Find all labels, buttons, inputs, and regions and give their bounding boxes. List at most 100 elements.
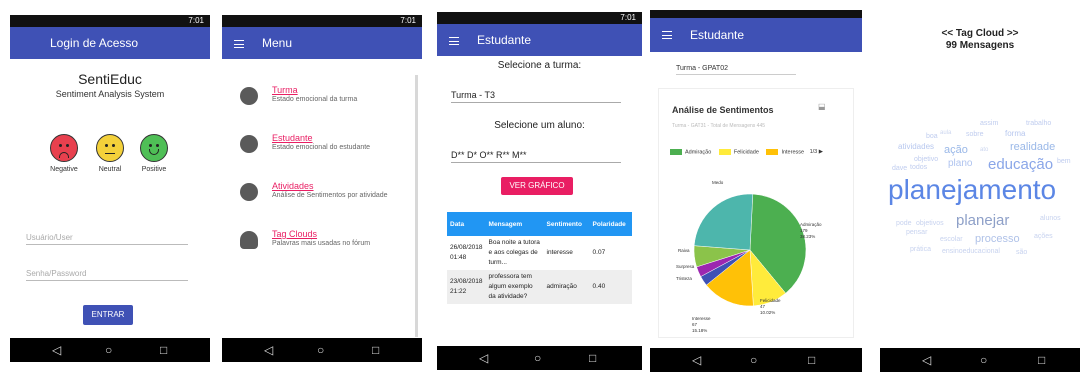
back-icon[interactable]: ◁ xyxy=(922,352,931,368)
table-cell: professora tem algum exemplo da atividad… xyxy=(485,270,544,304)
cloud-word: plano xyxy=(948,158,973,169)
back-icon[interactable]: ◁ xyxy=(264,342,273,358)
table-cell: 26/08/2018 01:48 xyxy=(450,244,483,261)
menu-item-label[interactable]: Turma xyxy=(272,85,298,95)
pie-chart: Admiração 179 38.23% Felicidade 47 10.02… xyxy=(676,180,822,333)
student-dropdown[interactable]: D** D* O** R** M** xyxy=(451,150,621,163)
home-icon[interactable]: ○ xyxy=(750,352,757,368)
cloud-word: aula xyxy=(940,130,952,136)
word-cloud: planejamento educação planejar realidade pro… xyxy=(880,98,1080,308)
slice-label: 15.18% xyxy=(692,328,707,333)
menu-screen: 7:01 Menu Turma Estado emocional da turm… xyxy=(222,15,422,362)
cloud-word: escolar xyxy=(940,236,963,243)
legend-item[interactable]: Interesse xyxy=(781,149,804,155)
cloud-word: todos xyxy=(910,164,928,171)
status-bar xyxy=(880,8,1080,16)
recents-icon[interactable]: □ xyxy=(160,342,167,358)
chart-title: Análise de Sentimentos xyxy=(672,105,774,115)
menu-item-label[interactable]: Estudante xyxy=(272,133,313,143)
class-dropdown[interactable]: Turma - GPAT02 xyxy=(676,65,796,75)
table-cell: interesse xyxy=(546,249,573,256)
positive-face-icon xyxy=(140,134,168,162)
home-icon[interactable]: ○ xyxy=(105,342,112,358)
recents-icon[interactable]: □ xyxy=(808,352,815,368)
table-row[interactable]: 26/08/2018 01:48 Boa noite a tutora e ao… xyxy=(447,236,632,270)
menu-item-description: Análise de Sentimentos por atividade xyxy=(272,192,388,199)
group-icon xyxy=(240,87,258,105)
menu-item-description: Estado emocional da turma xyxy=(272,96,358,103)
download-icon[interactable]: ⬓ xyxy=(818,102,826,111)
recents-icon[interactable]: □ xyxy=(372,342,379,358)
page-title: Estudante xyxy=(690,28,745,42)
cloud-word: são xyxy=(1016,249,1028,256)
menu-item-label[interactable]: Atividades xyxy=(272,181,314,191)
nav-bar: ◁ ○ □ xyxy=(222,338,422,362)
cloud-word: prática xyxy=(910,246,932,253)
menu-icon[interactable] xyxy=(449,37,459,45)
cloud-word: ato xyxy=(980,147,989,153)
menu-icon[interactable] xyxy=(662,31,672,39)
messages-table: Data Mensagem Sentimento Polaridade 26/0… xyxy=(447,212,632,304)
slice-label: Raiva xyxy=(678,248,690,253)
nav-bar: ◁ ○ □ xyxy=(10,338,210,362)
person-icon xyxy=(240,135,258,153)
column-header: Mensagem xyxy=(485,212,544,236)
password-field[interactable]: Senha/Password xyxy=(26,269,188,281)
column-header: Polaridade xyxy=(589,212,632,236)
student-screen: 7:01 Estudante Selecione a turma: Turma … xyxy=(437,12,642,370)
slice-label: Interesse xyxy=(692,316,711,321)
slice-label: Felicidade xyxy=(760,298,781,303)
legend-swatch xyxy=(718,149,731,155)
recents-icon[interactable]: □ xyxy=(1038,352,1045,368)
cloud-word: pensar xyxy=(906,229,928,236)
home-icon[interactable]: ○ xyxy=(534,350,541,366)
slice-label: 38.23% xyxy=(800,234,815,239)
scrollbar[interactable] xyxy=(415,75,418,337)
pie-slice[interactable] xyxy=(693,193,754,251)
slice-label: Tristeza xyxy=(676,276,692,281)
menu-item-label[interactable]: Tag Clouds xyxy=(272,229,317,239)
back-icon[interactable]: ◁ xyxy=(52,342,61,358)
neutral-face-icon xyxy=(96,134,124,162)
legend-item[interactable]: Admiração xyxy=(685,149,711,155)
menu-item-description: Estado emocional do estudante xyxy=(272,144,371,151)
chart-legend: Admiração Felicidade Interesse 1/3 ▶ xyxy=(670,149,823,155)
app-subtitle: Sentiment Analysis System xyxy=(55,89,165,99)
username-field[interactable]: Usuário/User xyxy=(26,233,188,245)
nav-bar: ◁ ○ □ xyxy=(437,346,642,370)
neutral-label: Neutral xyxy=(98,166,122,173)
table-cell: 23/08/2018 21:22 xyxy=(447,270,486,304)
cloud-word: pode xyxy=(896,220,912,227)
cloud-icon xyxy=(240,231,258,249)
menu-icon[interactable] xyxy=(234,40,244,48)
negative-label: Negative xyxy=(50,166,78,173)
status-time: 7:01 xyxy=(188,16,204,25)
cloud-word: objetivo xyxy=(914,156,939,163)
recents-icon[interactable]: □ xyxy=(589,350,596,366)
cloud-title: << Tag Cloud >> xyxy=(941,28,1019,39)
back-icon[interactable]: ◁ xyxy=(692,352,701,368)
page-title: Estudante xyxy=(477,33,532,47)
view-chart-button[interactable]: VER GRÁFICO xyxy=(501,177,573,195)
cloud-word: realidade xyxy=(1010,141,1056,153)
cloud-word: assim xyxy=(980,120,999,127)
cloud-word: alunos xyxy=(1040,215,1061,222)
login-screen: 7:01 Login de Acesso SentiEduc Sentiment… xyxy=(10,15,210,362)
status-bar: 7:01 xyxy=(10,15,210,27)
home-icon[interactable]: ○ xyxy=(980,352,987,368)
home-icon[interactable]: ○ xyxy=(317,342,324,358)
app-name: SentiEduc xyxy=(78,71,142,87)
legend-item[interactable]: Felicidade xyxy=(734,149,759,155)
table-row[interactable]: 23/08/2018 21:22 professora tem algum ex… xyxy=(447,270,632,304)
login-button[interactable]: ENTRAR xyxy=(83,305,133,325)
cloud-word: ação xyxy=(944,144,968,156)
school-icon xyxy=(240,183,258,201)
cloud-word: atividades xyxy=(898,142,935,151)
cloud-word: ensinoeducacional xyxy=(942,248,1000,255)
class-dropdown[interactable]: Turma - T3 xyxy=(451,90,621,103)
back-icon[interactable]: ◁ xyxy=(479,350,488,366)
slice-label: 67 xyxy=(692,322,698,327)
legend-pager[interactable]: 1/3 ▶ xyxy=(810,149,823,155)
cloud-word: processo xyxy=(975,233,1020,245)
cloud-word: planejamento xyxy=(888,174,1057,205)
